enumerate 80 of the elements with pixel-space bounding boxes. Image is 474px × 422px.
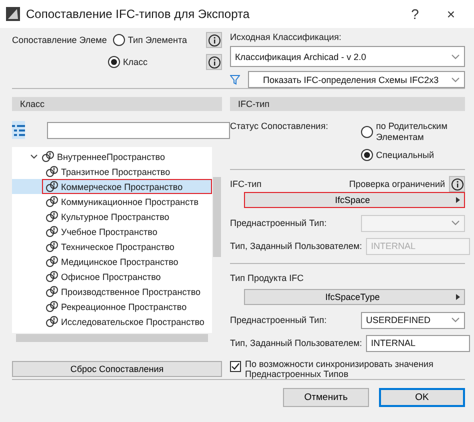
- radio-button[interactable]: Тип Элемента: [112, 34, 187, 46]
- field-label: Исходная Классификация:: [230, 32, 342, 42]
- caret-icon: [451, 54, 460, 60]
- field-label: IFC-тип: [230, 179, 263, 189]
- collapse-icon[interactable]: [30, 152, 38, 160]
- tree-item-label: Производственное Пространство: [61, 286, 201, 296]
- field-label: Тип Продукта IFC: [230, 273, 305, 283]
- tree-item-label: Культурное Пространство: [61, 212, 170, 222]
- cancel-button[interactable]: Отменить: [283, 388, 369, 407]
- arrow-icon: [456, 294, 460, 300]
- input-field[interactable]: INTERNAL: [366, 334, 470, 352]
- caret-icon: [451, 76, 460, 82]
- field-label: Преднастроенный Тип:: [230, 315, 328, 325]
- info-button[interactable]: [206, 32, 222, 48]
- tree-row[interactable]: Коммерческое Пространство: [12, 179, 212, 194]
- class-icon: [45, 255, 59, 268]
- class-icon: [41, 150, 55, 163]
- tree-row[interactable]: ВнутреннееПространство: [12, 149, 212, 164]
- tree-row[interactable]: Транзитное Пространство: [12, 164, 212, 179]
- tree-item-label: Коммерческое Пространство: [61, 182, 183, 192]
- tree-item-label: Офисное Пространство: [61, 272, 161, 282]
- window-title: Сопоставление IFC-типов для Экспорта: [26, 7, 251, 21]
- field-label: Тип, Заданный Пользователем:: [230, 241, 362, 251]
- class-icon: [45, 285, 59, 298]
- caret-icon: [451, 220, 460, 226]
- tree-item-label: Медицинское Пространство: [61, 256, 178, 266]
- tree-item-label: Коммуникационное Пространств: [61, 196, 198, 206]
- tree-row[interactable]: Исследовательское Пространство: [12, 314, 212, 329]
- tree-row[interactable]: Техническое Пространство: [12, 239, 212, 254]
- tree-row[interactable]: Медицинское Пространство: [12, 254, 212, 269]
- tree-row[interactable]: Коммуникационное Пространств: [12, 194, 212, 209]
- tree-item-label: Исследовательское Пространство: [61, 316, 204, 326]
- panel-header: IFC-тип: [230, 97, 465, 111]
- radio-button[interactable]: по Родительским Элементам: [361, 121, 465, 143]
- app-icon: [6, 7, 20, 21]
- radio-button[interactable]: Класс: [108, 56, 148, 68]
- field-label: Сопоставление Элеме: [12, 35, 107, 45]
- tree-row[interactable]: Культурное Пространство: [12, 209, 212, 224]
- radio-button[interactable]: Специальный: [361, 149, 465, 161]
- dropdown[interactable]: Показать IFC-определения Схемы IFC2x3: [248, 71, 465, 88]
- checkbox[interactable]: [230, 361, 241, 372]
- class-icon: [45, 165, 59, 178]
- tree-row[interactable]: Рекреационное Пространство: [12, 299, 212, 314]
- ok-button[interactable]: OK: [379, 388, 465, 407]
- class-icon: [45, 270, 59, 283]
- class-icon: [45, 180, 59, 193]
- tree-view-button[interactable]: [12, 121, 25, 139]
- tree-item-label: Учебное Пространство: [61, 226, 158, 236]
- dropdown[interactable]: USERDEFINED: [361, 312, 465, 328]
- filter-icon[interactable]: [230, 74, 240, 84]
- tree-item-label: ВнутреннееПространство: [57, 152, 165, 162]
- tree-item-label: Техническое Пространство: [61, 242, 174, 252]
- info-button[interactable]: [206, 54, 222, 70]
- panel-header: Класс: [12, 97, 222, 111]
- close-button[interactable]: ×: [436, 6, 466, 22]
- ifc-type-button[interactable]: IfcSpace: [244, 192, 465, 208]
- search-field[interactable]: [47, 122, 230, 138]
- tree-row[interactable]: Офисное Пространство: [12, 269, 212, 284]
- tree-item-label: Рекреационное Пространство: [61, 302, 187, 312]
- tree-row[interactable]: Учебное Пространство: [12, 224, 212, 239]
- tree-row[interactable]: Производственное Пространство: [12, 284, 212, 299]
- reset-button[interactable]: Сброс Сопоставления: [12, 361, 222, 377]
- class-icon: [45, 300, 59, 313]
- info-button[interactable]: [449, 176, 465, 192]
- help-button[interactable]: ?: [400, 6, 430, 22]
- field-label: Преднастроенный Тип:: [230, 218, 328, 228]
- field-label: Проверка ограничений: [349, 179, 445, 189]
- product-type-button[interactable]: IfcSpaceType: [244, 289, 465, 305]
- dropdown[interactable]: Классификация Archicad - v 2.0: [230, 46, 465, 67]
- class-icon: [45, 225, 59, 238]
- class-icon: [45, 315, 59, 328]
- checkbox-label: По возможности синхронизировать значения Преднастроенных Типов: [245, 359, 434, 379]
- class-icon: [45, 210, 59, 223]
- class-icon: [45, 195, 59, 208]
- field-label: Статус Сопоставления:: [230, 121, 330, 131]
- tree-item-label: Транзитное Пространство: [61, 166, 170, 176]
- class-icon: [45, 240, 59, 253]
- field-label: Тип, Заданный Пользователем:: [230, 338, 362, 348]
- caret-icon: [451, 317, 460, 323]
- arrow-icon: [456, 197, 460, 203]
